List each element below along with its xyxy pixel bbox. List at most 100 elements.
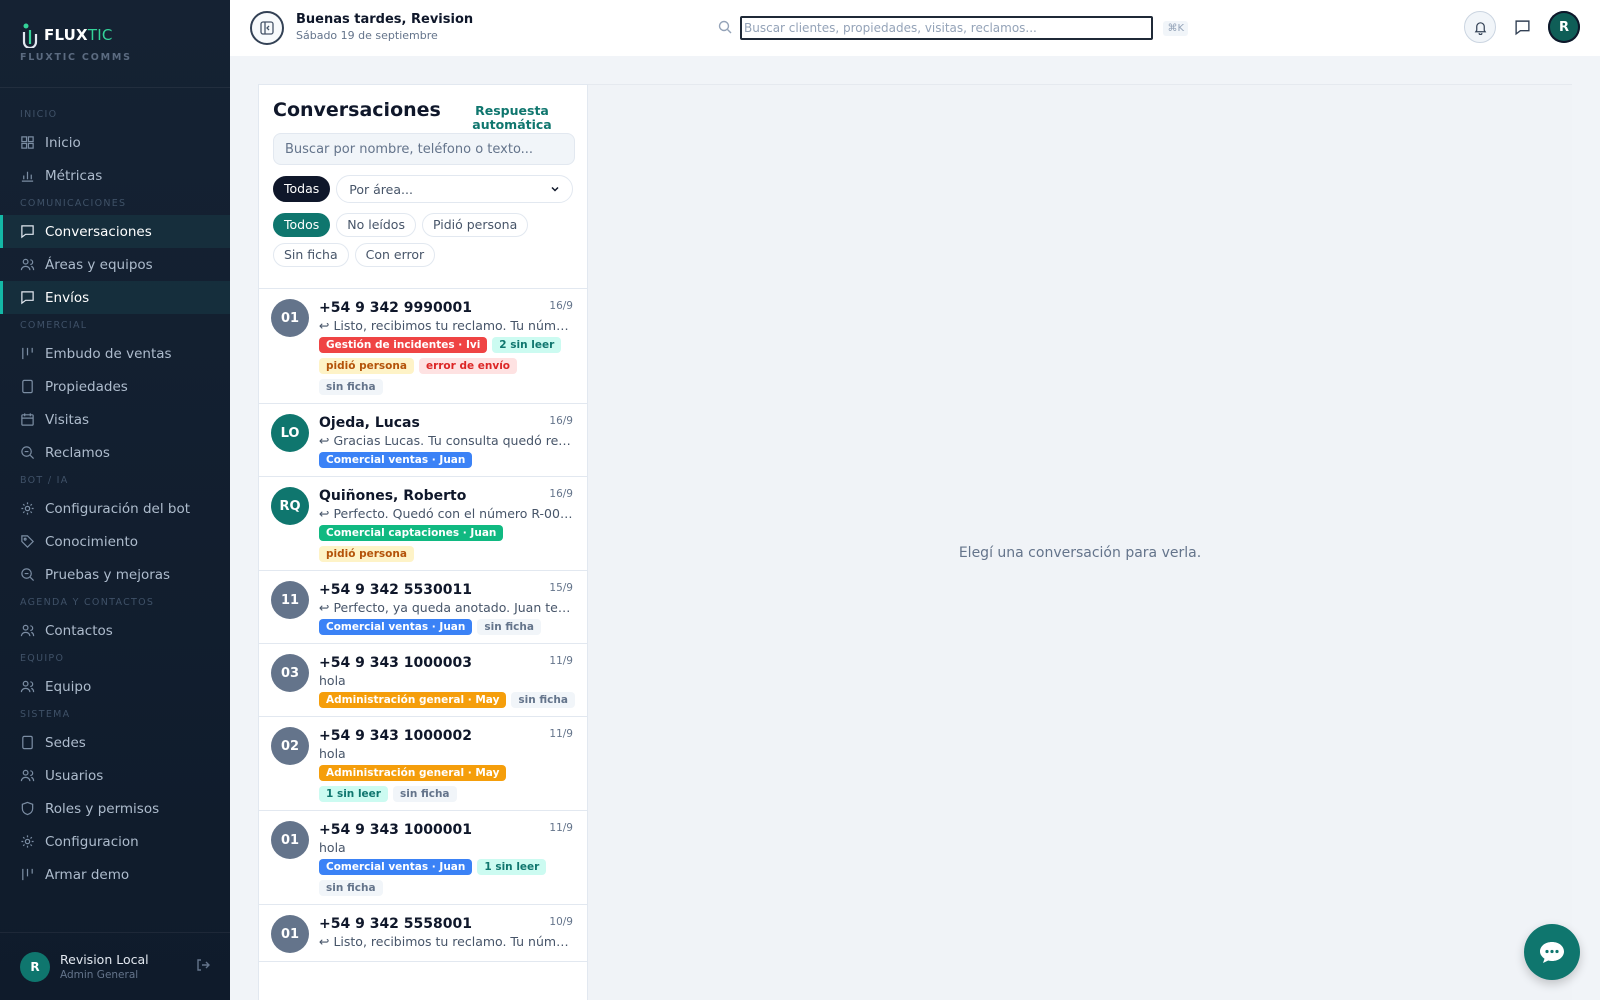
contact-name: +54 9 342 5530011 (319, 582, 472, 598)
conversation-row[interactable]: LO Ojeda, Lucas ↩ Gracias Lucas. Tu consul… (259, 404, 587, 477)
logout-icon[interactable] (196, 957, 210, 976)
calendar-icon (20, 412, 35, 427)
sidebar: FLUXTIC FLUXTIC COMMS INICIO Inicio Métric… (0, 0, 230, 1000)
conversation-body: Ojeda, Lucas ↩ Gracias Lucas. Tu consulta… (319, 414, 573, 468)
sidebar-item-metricas[interactable]: Métricas (0, 159, 230, 192)
auto-reply-link[interactable]: Respuesta automática (467, 104, 557, 132)
section-label: EQUIPO (20, 653, 65, 664)
conversation-row[interactable]: 11 +54 9 342 5530011 ↩ Perfecto, ya queda … (259, 571, 587, 644)
conversation-row[interactable]: 01 +54 9 342 5558001 ↩ Listo, recibimos tu… (259, 905, 587, 962)
user-box[interactable]: R Revision Local Admin General (0, 932, 230, 1000)
message-preview: ↩ Gracias Lucas. Tu consulta quedó regis… (319, 433, 573, 448)
conversation-row[interactable]: RQ Quiñones, Roberto ↩ Perfecto. Quedó con… (259, 477, 587, 571)
global-search-input[interactable] (740, 16, 1154, 40)
tag-list: Comercial ventas · Juan 1 sin leer sin fic… (319, 859, 575, 896)
conversation-row[interactable]: 02 +54 9 343 1000002 hola Administración ge… (259, 717, 587, 811)
filter-chip[interactable]: No leídos (336, 213, 416, 237)
conversation-body: +54 9 342 5558001 ↩ Listo, recibimos tu r… (319, 915, 573, 953)
notifications-button[interactable] (1464, 11, 1496, 43)
section-label: COMUNICACIONES (20, 198, 127, 209)
message-icon (20, 290, 35, 305)
sidebar-item-label: Reclamos (45, 444, 110, 461)
sidebar-item-pruebas-y-mejoras[interactable]: Pruebas y mejoras (0, 558, 230, 591)
status-badge: Comercial ventas · Juan (319, 619, 473, 635)
sidebar-item-visitas[interactable]: Visitas (0, 403, 230, 436)
sidebar-item-sedes[interactable]: Sedes (0, 726, 230, 759)
tag-list: Comercial captaciones · Juan pidió person… (319, 525, 575, 562)
status-badge: 1 sin leer (319, 786, 388, 802)
message-preview: ↩ Listo, recibimos tu reclamo. Tu número… (319, 318, 573, 333)
sidebar-item-configuracion[interactable]: Configuracion (0, 825, 230, 858)
search-icon (20, 445, 35, 460)
conversation-date: 11/9 (549, 655, 573, 667)
greeting-title: Buenas tardes, Revision (296, 12, 474, 27)
conversation-row[interactable]: 01 +54 9 342 9990001 ↩ Listo, recibimos tu… (259, 289, 587, 404)
conversation-date: 16/9 (549, 488, 573, 500)
status-badge: Administración general · May (319, 692, 507, 708)
contact-name: Ojeda, Lucas (319, 415, 420, 431)
gear-icon (20, 834, 35, 849)
contact-avatar: 11 (271, 581, 309, 619)
sidebar-item-roles-y-permisos[interactable]: Roles y permisos (0, 792, 230, 825)
sidebar-item-reclamos[interactable]: Reclamos (0, 436, 230, 469)
message-preview: hola (319, 840, 346, 855)
sidebar-item-equipo[interactable]: Equipo (0, 670, 230, 703)
sidebar-item-label: Visitas (45, 411, 90, 428)
sidebar-item-configuracion-del-bot[interactable]: Configuración del bot (0, 492, 230, 525)
kanban-icon (20, 867, 35, 882)
tag-list: Administración general · May sin ficha (319, 692, 575, 708)
sidebar-item-areas-y-equipos[interactable]: Áreas y equipos (0, 248, 230, 281)
users-icon (20, 257, 35, 272)
sidebar-item-label: Conocimiento (45, 533, 138, 550)
sidebar-item-label: Áreas y equipos (45, 256, 153, 273)
section-label: COMERCIAL (20, 320, 88, 331)
sidebar-item-armar-demo[interactable]: Armar demo (0, 858, 230, 891)
status-badge: sin ficha (477, 619, 541, 635)
messages-button[interactable] (1508, 13, 1536, 41)
bell-icon (1474, 21, 1486, 35)
conversation-date: 16/9 (549, 300, 573, 312)
sidebar-item-conocimiento[interactable]: Conocimiento (0, 525, 230, 558)
sidebar-item-propiedades[interactable]: Propiedades (0, 370, 230, 403)
user-avatar: R (20, 951, 50, 982)
status-badge: pidió persona (319, 358, 414, 374)
conversation-row[interactable]: 03 +54 9 343 1000003 hola Administración ge… (259, 644, 587, 717)
filter-chip[interactable]: Sin ficha (273, 243, 349, 267)
sidebar-item-label: Roles y permisos (45, 800, 160, 817)
sidebar-item-usuarios[interactable]: Usuarios (0, 759, 230, 792)
filter-chip[interactable]: Con error (354, 243, 436, 267)
contact-avatar: 01 (271, 915, 309, 953)
tag-list: Administración general · May 1 sin leer si… (319, 765, 575, 802)
sidebar-toggle-button[interactable] (250, 11, 284, 45)
sidebar-item-label: Inicio (45, 134, 81, 151)
conversation-search-input[interactable] (273, 133, 575, 165)
conversation-date: 15/9 (549, 582, 573, 594)
area-select[interactable]: Por área... (336, 175, 573, 203)
user-role: Admin General (60, 969, 139, 981)
brand-logo[interactable]: FLUXTIC (20, 22, 210, 48)
chat-fab-button[interactable] (1524, 924, 1580, 980)
global-search: ⌘K (718, 14, 1188, 42)
filter-chip[interactable]: Todos (273, 213, 331, 237)
contact-avatar: 01 (271, 299, 309, 337)
conversation-row[interactable]: 01 +54 9 343 1000001 hola Comercial ventas … (259, 811, 587, 905)
sidebar-item-embudo-de-ventas[interactable]: Embudo de ventas (0, 337, 230, 370)
status-badge: Comercial ventas · Juan (319, 452, 473, 468)
filter-chip[interactable]: Pidió persona (421, 213, 529, 237)
scope-all-button[interactable]: Todas (273, 176, 331, 202)
sidebar-item-label: Configuracion (45, 833, 139, 850)
sidebar-item-conversaciones[interactable]: Conversaciones (0, 215, 230, 248)
sidebar-item-label: Propiedades (45, 378, 128, 395)
status-badge: pidió persona (319, 546, 414, 562)
sidebar-item-label: Métricas (45, 167, 103, 184)
brand-subtitle: FLUXTIC COMMS (20, 52, 132, 63)
sidebar-item-inicio[interactable]: Inicio (0, 126, 230, 159)
user-avatar-top[interactable]: R (1548, 11, 1580, 43)
contact-avatar: RQ (271, 487, 309, 525)
greeting-date: Sábado 19 de septiembre (296, 29, 438, 42)
users-icon (20, 679, 35, 694)
sidebar-item-contactos[interactable]: Contactos (0, 614, 230, 647)
conversations-panel: Conversaciones Respuesta automática Toda… (258, 84, 588, 1000)
sidebar-item-envios[interactable]: Envíos (0, 281, 230, 314)
conversation-body: Quiñones, Roberto ↩ Perfecto. Quedó con e… (319, 487, 573, 562)
